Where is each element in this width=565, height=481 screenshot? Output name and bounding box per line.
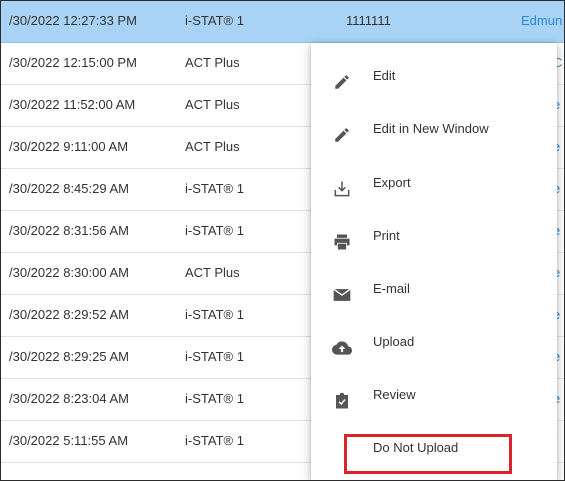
row-device: i-STAT® 1 [185, 433, 244, 448]
menu-item-email[interactable]: E-mail [311, 268, 557, 321]
row-device: ACT Plus [185, 97, 240, 112]
row-device: ACT Plus [185, 139, 240, 154]
pencil-icon [331, 124, 353, 146]
menu-item-label: Review [373, 387, 416, 402]
menu-item-upload[interactable]: Upload [311, 321, 557, 374]
menu-item-edit[interactable]: Edit [311, 55, 557, 108]
menu-item-review[interactable]: Review [311, 374, 557, 427]
cloud-upload-icon [331, 337, 353, 359]
row-device: ACT Plus [185, 55, 240, 70]
row-device: i-STAT® 1 [185, 307, 244, 322]
row-device: i-STAT® 1 [185, 223, 244, 238]
row-date: /30/2022 8:45:29 AM [9, 181, 129, 196]
row-device: ACT Plus [185, 265, 240, 280]
envelope-icon [331, 284, 353, 306]
row-date: /30/2022 8:31:56 AM [9, 223, 129, 238]
row-date: /30/2022 8:30:00 AM [9, 265, 129, 280]
menu-item-print[interactable]: Print [311, 215, 557, 268]
menu-item-label: Upload [373, 334, 415, 349]
row-date: /30/2022 12:15:00 PM [9, 55, 137, 70]
table-row-selected[interactable]: /30/2022 12:27:33 PM i-STAT® 1 1111111 E… [1, 1, 564, 43]
menu-item-export[interactable]: Export [311, 162, 557, 215]
row-date: /30/2022 9:11:00 AM [9, 139, 129, 154]
row-patient-id: 1111111 [346, 13, 391, 28]
row-date: /30/2022 11:52:00 AM [9, 97, 136, 112]
clipboard-check-icon [331, 390, 353, 412]
menu-item-label: Edit in New Window [373, 121, 489, 136]
row-link[interactable]: Edmun [521, 13, 562, 29]
menu-item-edit-new-window[interactable]: Edit in New Window [311, 108, 557, 161]
pencil-icon [331, 71, 353, 93]
menu-item-do-not-upload[interactable]: Do Not Upload [311, 427, 557, 480]
menu-item-label: Print [373, 228, 400, 243]
row-date: /30/2022 12:27:33 PM [9, 13, 137, 28]
row-date: /30/2022 8:23:04 AM [9, 391, 129, 406]
row-device: i-STAT® 1 [185, 391, 244, 406]
row-date: /30/2022 8:29:25 AM [9, 349, 129, 364]
menu-item-label: Export [373, 175, 411, 190]
context-menu: Edit Edit in New Window Export Print E-m… [311, 43, 557, 480]
row-device: i-STAT® 1 [185, 349, 244, 364]
printer-icon [331, 231, 353, 253]
row-date: /30/2022 5:11:55 AM [9, 433, 129, 448]
row-device: i-STAT® 1 [185, 181, 244, 196]
menu-item-label: E-mail [373, 281, 410, 296]
row-device: i-STAT® 1 [185, 13, 244, 28]
export-icon [331, 178, 353, 200]
menu-item-label: Do Not Upload [373, 440, 459, 455]
results-window: /30/2022 12:27:33 PM i-STAT® 1 1111111 E… [0, 0, 565, 481]
row-date: /30/2022 8:29:52 AM [9, 307, 129, 322]
menu-item-label: Edit [373, 68, 396, 83]
